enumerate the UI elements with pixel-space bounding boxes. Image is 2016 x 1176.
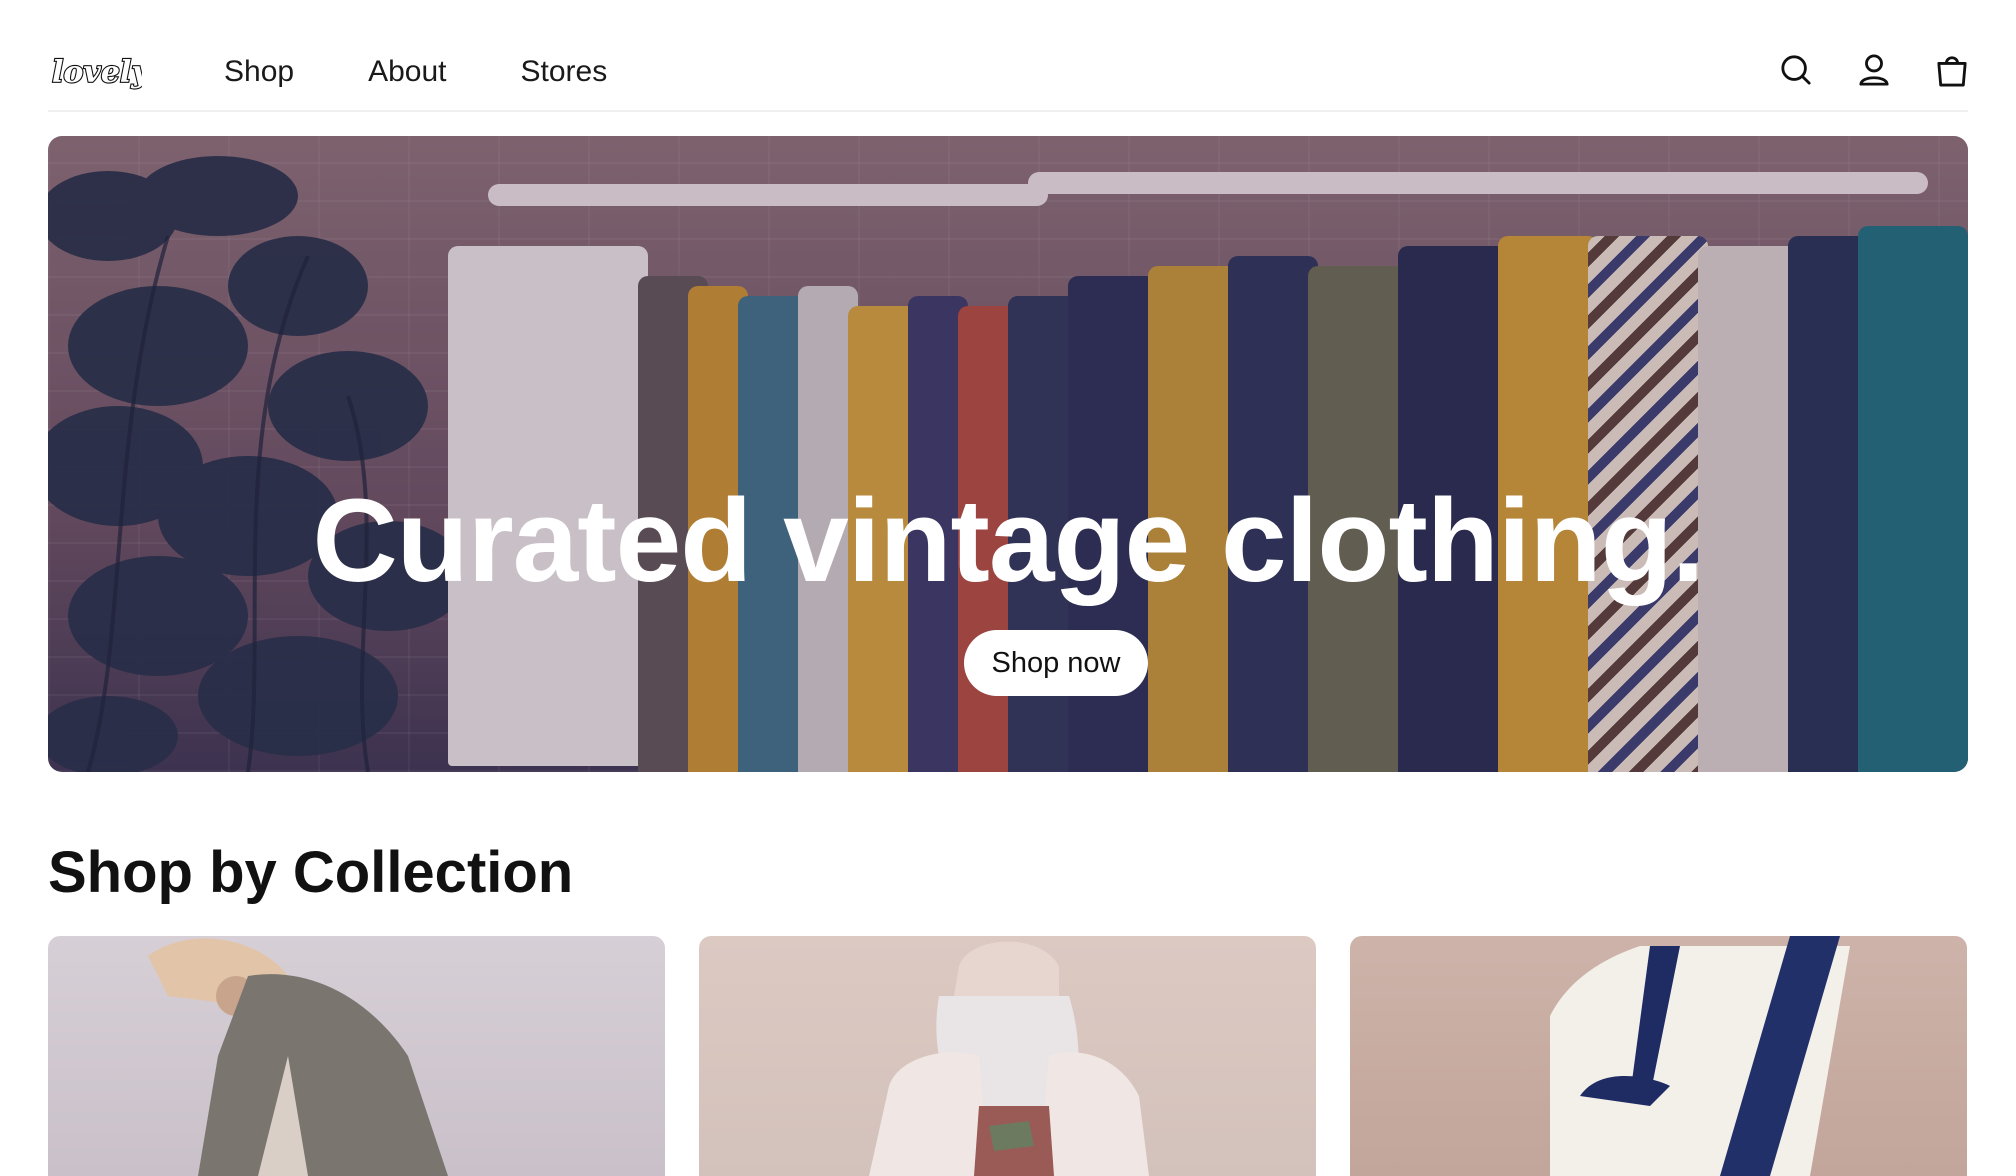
cart-button[interactable] [1936, 52, 1968, 88]
hero-banner: Curated vintage clothing. Shop now [48, 136, 1968, 772]
header-actions [1780, 52, 1968, 88]
collection-cards [48, 936, 1968, 1176]
collection-image-3 [1550, 936, 1850, 1176]
nav-about[interactable]: About [368, 52, 446, 92]
site-header: lovely Shop About Stores [48, 0, 1968, 112]
shop-now-button[interactable]: Shop now [964, 630, 1148, 696]
collection-image-1 [148, 938, 448, 1176]
nav-shop[interactable]: Shop [224, 52, 294, 92]
collection-image-2 [869, 941, 1149, 1176]
account-button[interactable] [1858, 52, 1890, 88]
nav-stores[interactable]: Stores [520, 52, 607, 92]
svg-text:lovely: lovely [52, 55, 142, 90]
collection-card-3[interactable] [1350, 936, 1967, 1176]
search-button[interactable] [1780, 52, 1812, 88]
brand-logo[interactable]: lovely [50, 50, 153, 96]
account-icon [1859, 54, 1889, 86]
collections-heading: Shop by Collection [48, 840, 574, 905]
logo-wordmark-icon: lovely [51, 54, 153, 91]
main-nav: Shop About Stores [224, 52, 681, 92]
cart-bag-icon [1937, 56, 1967, 87]
search-icon [1781, 55, 1811, 85]
collection-card-2[interactable] [699, 936, 1316, 1176]
collection-card-1[interactable] [48, 936, 665, 1176]
hero-headline: Curated vintage clothing. [312, 475, 1704, 607]
